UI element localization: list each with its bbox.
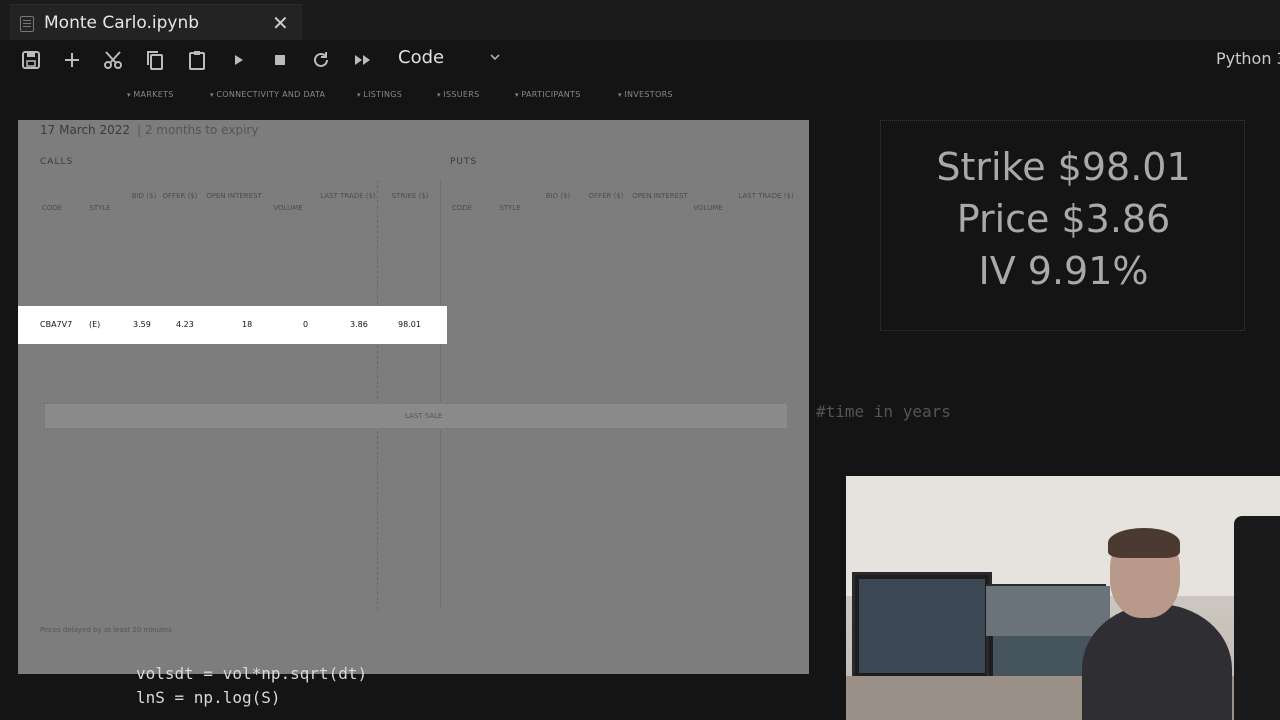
puts-label: PUTS [450, 157, 478, 167]
code-comment: #time in years [816, 402, 951, 421]
price-text: Price $3.86 [956, 197, 1171, 241]
call-header-volume: VOLUME [273, 204, 303, 212]
price-delay-footnote: Prices delayed by at least 20 minutes [40, 626, 172, 634]
nav-connectivity[interactable]: CONNECTIVITY AND DATA [210, 90, 325, 99]
notebook-toolbar: Code Python 3 [0, 40, 1280, 80]
nav-listings[interactable]: LISTINGS [357, 90, 402, 99]
close-icon[interactable]: ✕ [272, 11, 289, 35]
stop-icon[interactable] [268, 48, 292, 72]
iv-text: IV 9.91% [978, 249, 1149, 293]
cut-icon[interactable] [101, 48, 125, 72]
strike-divider [377, 180, 378, 610]
row-last-trade: 3.86 [350, 320, 368, 329]
row-offer: 4.23 [176, 320, 194, 329]
notebook-tab[interactable]: Monte Carlo.ipynb ✕ [10, 4, 302, 40]
notebook-icon [20, 16, 34, 32]
webcam-person-body [1082, 604, 1232, 720]
row-strike: 98.01 [398, 320, 421, 329]
chevron-down-icon[interactable] [488, 50, 502, 64]
kernel-name[interactable]: Python 3 [1216, 49, 1280, 68]
puts-divider [440, 180, 441, 610]
webcam-person-hair [1108, 528, 1180, 558]
run-icon[interactable] [227, 48, 251, 72]
put-header-open-interest: OPEN INTEREST [632, 192, 688, 200]
webcam-monitor-left [852, 572, 992, 680]
row-bid: 3.59 [133, 320, 151, 329]
calls-label: CALLS [40, 157, 74, 167]
call-header-open-interest: OPEN INTEREST [206, 192, 262, 200]
row-volume: 0 [303, 320, 309, 329]
put-header-style: STYLE [499, 204, 521, 212]
site-nav: MARKETS CONNECTIVITY AND DATA LISTINGS I… [0, 84, 810, 108]
put-header-volume: VOLUME [693, 204, 723, 212]
webcam-chair [1234, 516, 1280, 720]
nav-investors[interactable]: INVESTORS [618, 90, 673, 99]
webcam-overlay [846, 476, 1280, 720]
put-header-last-trade: LAST TRADE ($) [738, 192, 794, 200]
run-all-icon[interactable] [351, 48, 375, 72]
row-code: CBA7V7 [40, 320, 73, 329]
call-header-strike: STRIKE ($) [391, 192, 429, 200]
webcam-screen-content [986, 586, 1110, 636]
strike-text: Strike $98.01 [936, 145, 1191, 189]
paste-icon[interactable] [185, 48, 209, 72]
strike-summary-box: Strike $98.01 Price $3.86 IV 9.91% [880, 120, 1245, 331]
last-sale-label: LAST SALE [405, 412, 443, 420]
call-header-offer: OFFER ($) [162, 192, 198, 200]
expiry-countdown: | 2 months to expiry [137, 123, 259, 137]
nav-participants[interactable]: PARTICIPANTS [515, 90, 581, 99]
call-header-last-trade: LAST TRADE ($) [320, 192, 376, 200]
call-header-style: STYLE [89, 204, 111, 212]
tab-bar: Monte Carlo.ipynb ✕ [0, 0, 1280, 40]
row-style: (E) [89, 320, 101, 329]
add-cell-icon[interactable] [60, 48, 84, 72]
nav-markets[interactable]: MARKETS [127, 90, 174, 99]
expiry-date: 17 March 2022 [40, 123, 131, 137]
put-header-offer: OFFER ($) [588, 192, 624, 200]
last-sale-bar: LAST SALE [44, 403, 788, 429]
restart-icon[interactable] [309, 48, 333, 72]
save-icon[interactable] [19, 48, 43, 72]
nav-issuers[interactable]: ISSUERS [437, 90, 480, 99]
row-open-interest: 18 [242, 320, 253, 329]
options-table-panel: 17 March 2022 | 2 months to expiry CALLS… [18, 120, 809, 674]
code-line-lns: lnS = np.log(S) [136, 688, 281, 707]
tab-title: Monte Carlo.ipynb [44, 13, 200, 33]
copy-icon[interactable] [143, 48, 167, 72]
highlighted-call-row[interactable]: CBA7V7 (E) 3.59 4.23 18 0 3.86 98.01 [18, 306, 447, 344]
cell-type-select[interactable]: Code [398, 47, 444, 68]
code-line-volsdt: volsdt = vol*np.sqrt(dt) [136, 664, 368, 683]
